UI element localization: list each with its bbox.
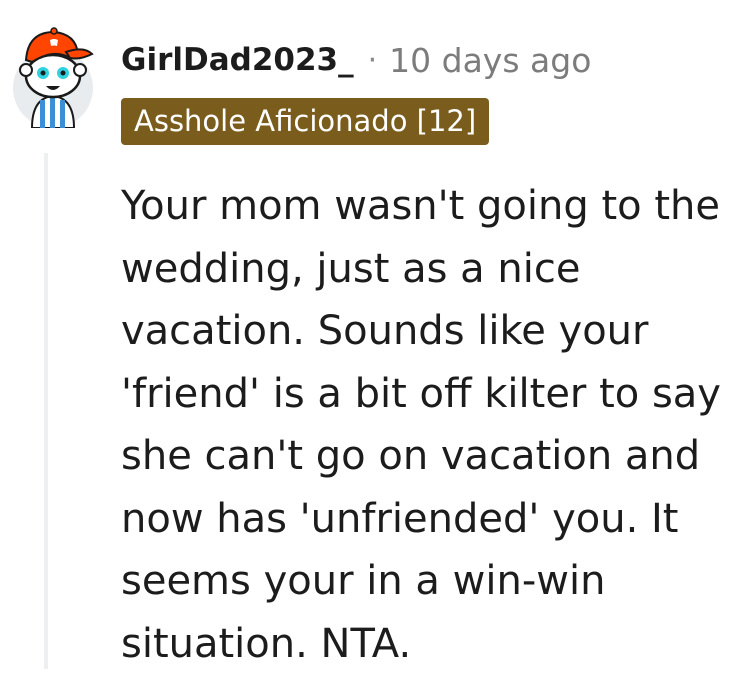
timestamp-link[interactable]: 10 days ago [389,41,591,80]
username-link[interactable]: GirlDad2023_ [121,42,354,78]
comment: GirlDad2023_ · 10 days ago Asshole Afici… [0,0,742,669]
comment-body: Your mom wasn't going to the wedding, ju… [121,183,721,667]
user-avatar[interactable] [10,18,96,129]
comment-meta: GirlDad2023_ · 10 days ago [121,38,591,82]
user-flair: Asshole Aficionado [12] [121,98,490,145]
thread-line[interactable] [44,153,48,669]
meta-separator: · [367,42,378,78]
snoo-avatar-icon [13,27,94,129]
